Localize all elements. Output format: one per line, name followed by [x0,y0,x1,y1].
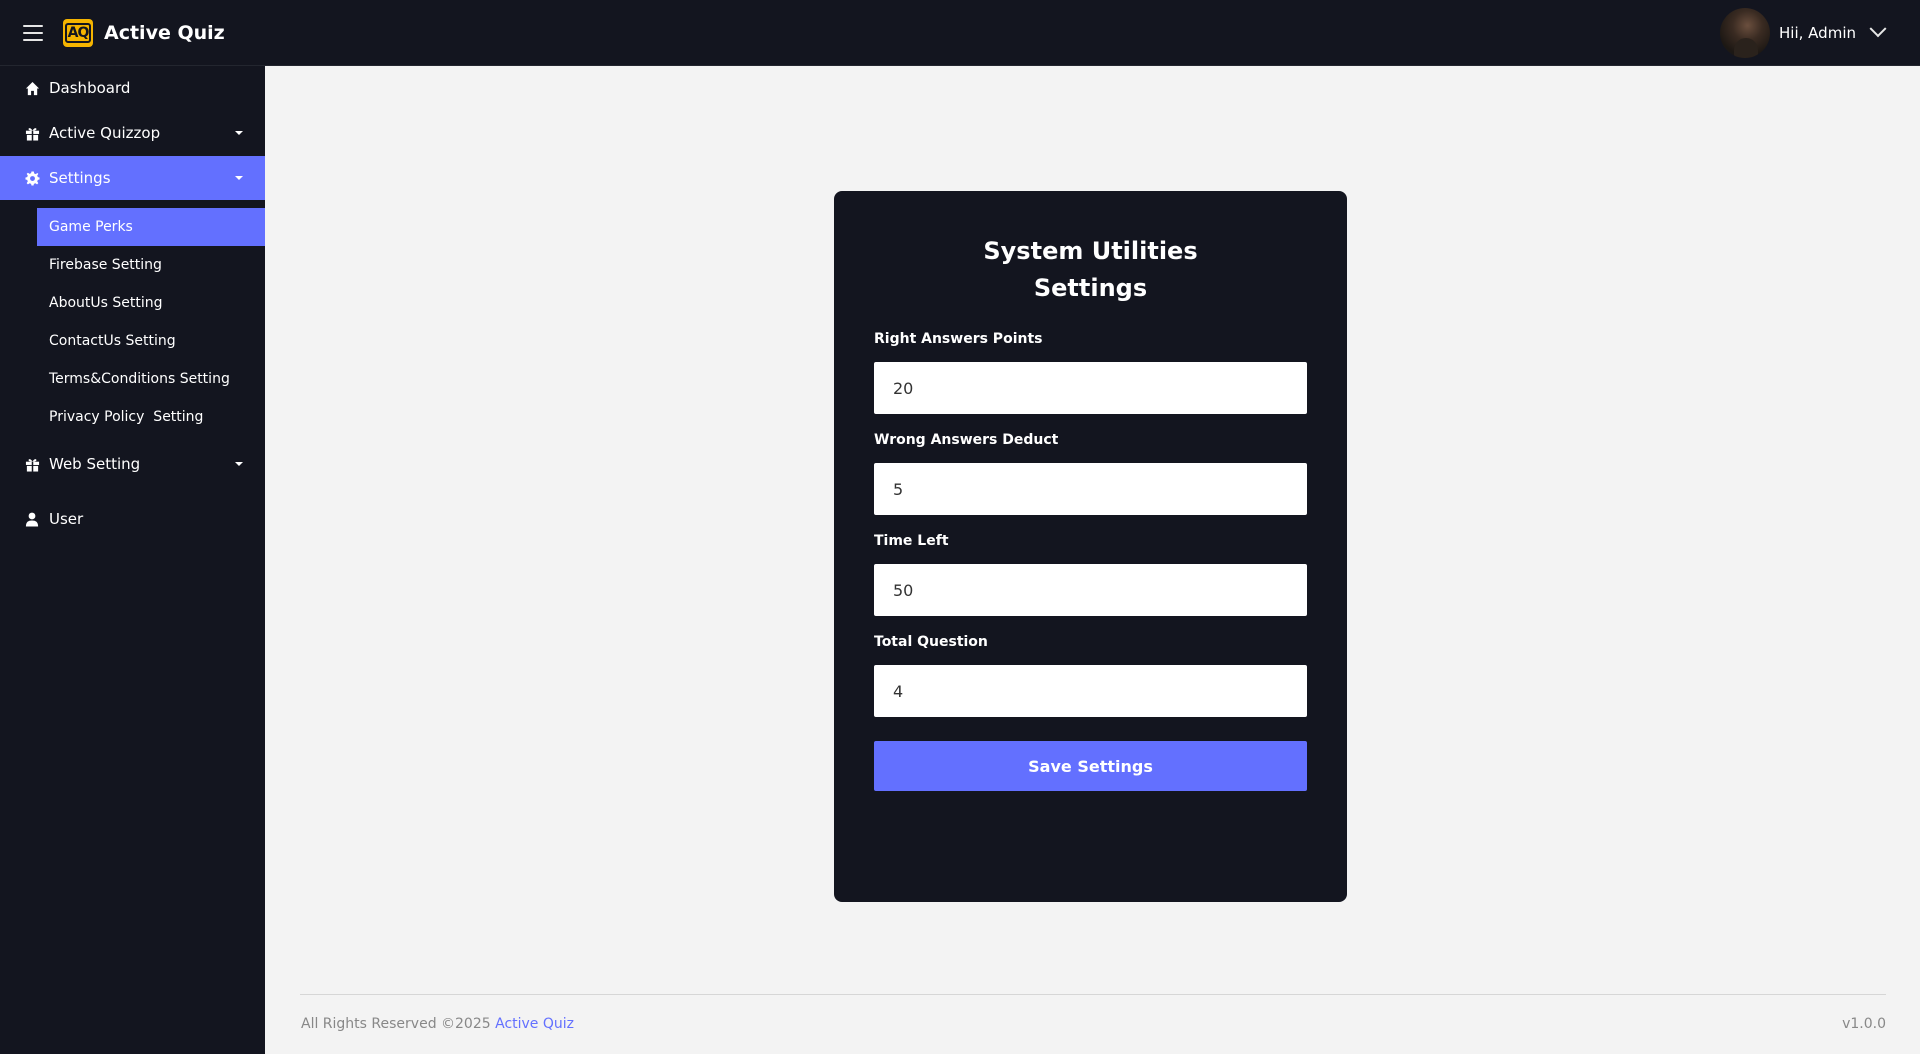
sidebar-item-label: User [49,510,84,528]
right-answers-points-input[interactable] [874,362,1307,414]
sidebar-item-label: Settings [49,169,111,187]
submenu-item-privacy-policy-setting[interactable]: Privacy Policy Setting [37,398,265,436]
total-question-input[interactable] [874,665,1307,717]
submenu-item-game-perks[interactable]: Game Perks [37,208,265,246]
sidebar-item-dashboard[interactable]: Dashboard [0,66,265,110]
sidebar-item-label: Web Setting [49,455,141,473]
hamburger-menu-icon[interactable] [23,24,43,41]
user-menu[interactable]: Hii, Admin [1720,8,1887,58]
app-title: Active Quiz [104,21,225,44]
caret-down-icon [235,131,243,135]
submenu-label: Firebase Setting [49,257,162,273]
gear-icon [24,170,40,186]
submenu-label: Privacy Policy Setting [49,409,204,425]
settings-submenu: Game Perks Firebase Setting AboutUs Sett… [0,200,265,442]
caret-down-icon [235,462,243,466]
sidebar-item-user[interactable]: User [0,497,265,541]
card-title-line-1: System Utilities [983,237,1198,265]
app-logo: AQ [63,18,93,47]
user-icon [24,511,40,527]
chevron-down-icon[interactable] [1869,20,1887,38]
submenu-item-firebase-setting[interactable]: Firebase Setting [37,246,265,284]
main-content: System Utilities Settings Right Answers … [265,66,1920,1054]
gift-icon [24,125,40,141]
submenu-item-terms-setting[interactable]: Terms&Conditions Setting [37,360,265,398]
time-left-input[interactable] [874,564,1307,616]
settings-card: System Utilities Settings Right Answers … [834,191,1347,902]
gift-icon [24,456,40,472]
sidebar-item-web-setting[interactable]: Web Setting [0,442,265,486]
avatar[interactable] [1720,8,1771,58]
top-bar: AQ Active Quiz Hii, Admin [0,0,1920,66]
field-wrong-answers-deduct: Wrong Answers Deduct [874,432,1307,515]
footer: All Rights Reserved ©2025 Active Quiz v1… [300,994,1886,1054]
field-total-question: Total Question [874,634,1307,717]
settings-form: Right Answers Points Wrong Answers Deduc… [874,331,1307,791]
wrong-answers-deduct-input[interactable] [874,463,1307,515]
footer-brand-link[interactable]: Active Quiz [495,1016,574,1032]
submenu-label: ContactUs Setting [49,333,176,349]
field-label: Time Left [874,533,949,549]
field-time-left: Time Left [874,533,1307,616]
card-title: System Utilities Settings [834,233,1347,307]
sidebar-item-active-quizzop[interactable]: Active Quizzop [0,111,265,155]
caret-down-icon [235,176,243,180]
submenu-item-contactus-setting[interactable]: ContactUs Setting [37,322,265,360]
user-greeting[interactable]: Hii, Admin [1779,24,1856,42]
field-right-answers-points: Right Answers Points [874,331,1307,414]
sidebar-item-label: Dashboard [49,79,131,97]
submenu-label: AboutUs Setting [49,295,163,311]
card-title-line-2: Settings [1033,274,1148,302]
sidebar: Dashboard Active Quizzop Settings Game P… [0,66,265,1054]
submenu-label: Game Perks [49,219,133,235]
save-settings-button[interactable]: Save Settings [874,741,1307,791]
sidebar-item-label: Active Quizzop [49,124,161,142]
field-label: Total Question [874,634,988,650]
submenu-label: Terms&Conditions Setting [49,371,230,387]
logo-text: AQ [64,22,92,43]
field-label: Wrong Answers Deduct [874,432,1059,448]
sidebar-item-settings[interactable]: Settings [0,156,265,200]
field-label: Right Answers Points [874,331,1043,347]
home-icon [24,80,40,96]
footer-version: v1.0.0 [1842,1016,1886,1032]
submenu-item-aboutus-setting[interactable]: AboutUs Setting [37,284,265,322]
footer-copyright: All Rights Reserved ©2025 Active Quiz [301,1016,574,1032]
footer-rights-text: All Rights Reserved ©2025 [301,1016,491,1032]
